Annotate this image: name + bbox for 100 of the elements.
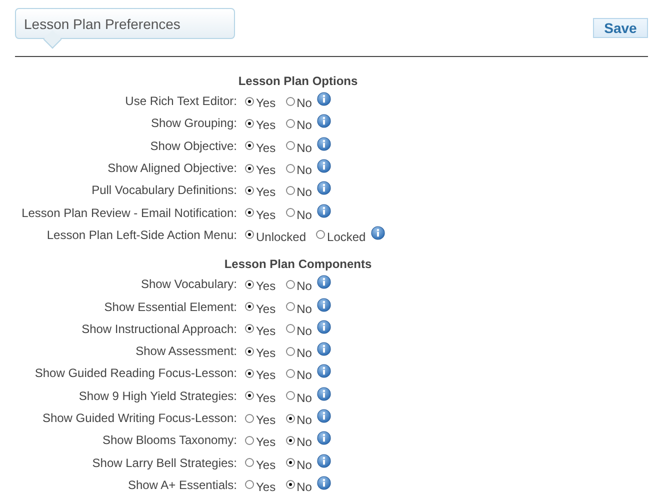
option-label: Yes bbox=[256, 140, 276, 155]
setting-label: Pull Vocabulary Definitions: bbox=[90, 183, 237, 198]
option-label: Yes bbox=[256, 346, 276, 360]
info-icon[interactable] bbox=[370, 226, 385, 240]
radio-button[interactable] bbox=[245, 141, 254, 150]
option-label: No bbox=[296, 185, 312, 200]
info-icon[interactable] bbox=[316, 431, 331, 446]
radio-button[interactable] bbox=[245, 186, 254, 195]
radio-button[interactable] bbox=[245, 208, 254, 218]
setting-label: Show Vocabulary: bbox=[140, 277, 237, 292]
info-icon[interactable] bbox=[316, 92, 331, 106]
option-label: No bbox=[296, 163, 312, 178]
option-label: No bbox=[296, 96, 312, 110]
option-label: No bbox=[296, 458, 312, 472]
option-label: Yes bbox=[256, 163, 276, 178]
radio-button[interactable] bbox=[245, 164, 254, 173]
radio-button[interactable] bbox=[245, 458, 254, 468]
radio-button[interactable] bbox=[286, 414, 295, 422]
option-label: Unlocked bbox=[256, 230, 306, 244]
info-icon[interactable] bbox=[316, 342, 331, 356]
setting-label: Show Blooms Taxonomy: bbox=[101, 433, 237, 448]
radio-button[interactable] bbox=[245, 480, 254, 490]
option-label: Yes bbox=[256, 458, 276, 472]
radio-button[interactable] bbox=[286, 302, 295, 312]
option-label: No bbox=[296, 480, 312, 494]
radio-button[interactable] bbox=[286, 480, 295, 490]
radio-button[interactable] bbox=[245, 280, 254, 289]
info-icon[interactable] bbox=[316, 454, 331, 468]
info-icon[interactable] bbox=[316, 320, 331, 334]
option-label: Yes bbox=[256, 435, 276, 450]
radio-button[interactable] bbox=[286, 118, 295, 128]
radio-button[interactable] bbox=[245, 436, 254, 445]
radio-button[interactable] bbox=[286, 164, 295, 173]
option-label: Yes bbox=[256, 185, 276, 200]
radio-button[interactable] bbox=[245, 414, 254, 422]
option-label: No bbox=[296, 368, 312, 382]
option-label: Yes bbox=[256, 279, 276, 294]
radio-button[interactable] bbox=[245, 96, 254, 106]
info-icon[interactable] bbox=[316, 181, 331, 196]
info-icon[interactable] bbox=[316, 275, 331, 290]
setting-label: Show Assessment: bbox=[134, 344, 237, 358]
option-label: No bbox=[296, 413, 312, 427]
option-label: Yes bbox=[256, 480, 276, 494]
info-icon[interactable] bbox=[316, 364, 331, 378]
info-icon[interactable] bbox=[316, 476, 331, 490]
setting-label: Lesson Plan Review - Email Notification: bbox=[20, 206, 237, 220]
option-label: Yes bbox=[256, 390, 276, 405]
save-button[interactable]: Save bbox=[593, 18, 648, 38]
option-label: Locked bbox=[327, 230, 366, 244]
option-label: No bbox=[296, 324, 312, 338]
radio-button[interactable] bbox=[286, 141, 295, 150]
radio-button[interactable] bbox=[286, 391, 295, 400]
setting-label: Show Instructional Approach: bbox=[80, 322, 237, 336]
radio-button[interactable] bbox=[286, 96, 295, 106]
info-icon[interactable] bbox=[316, 298, 331, 312]
radio-button[interactable] bbox=[286, 368, 295, 378]
radio-button[interactable] bbox=[286, 208, 295, 218]
option-label: Yes bbox=[256, 324, 276, 338]
radio-button[interactable] bbox=[245, 302, 254, 312]
info-icon[interactable] bbox=[316, 136, 331, 151]
option-label: Yes bbox=[256, 413, 276, 427]
section-heading: Lesson Plan Options bbox=[237, 73, 359, 90]
option-label: No bbox=[296, 435, 312, 450]
radio-button[interactable] bbox=[316, 230, 326, 240]
setting-label: Show Aligned Objective: bbox=[106, 161, 237, 176]
option-label: No bbox=[296, 302, 312, 316]
info-icon[interactable] bbox=[316, 409, 331, 423]
setting-label: Show Guided Writing Focus-Lesson: bbox=[41, 411, 237, 425]
radio-button[interactable] bbox=[245, 230, 254, 240]
page-title: Lesson Plan Preferences bbox=[24, 16, 180, 32]
radio-button[interactable] bbox=[245, 346, 254, 356]
option-label: Yes bbox=[256, 368, 276, 382]
setting-label: Show A+ Essentials: bbox=[126, 478, 237, 492]
radio-button[interactable] bbox=[245, 118, 254, 128]
radio-button[interactable] bbox=[286, 324, 295, 334]
radio-button[interactable] bbox=[286, 280, 295, 289]
setting-label: Show Grouping: bbox=[150, 116, 237, 130]
radio-button[interactable] bbox=[286, 346, 295, 356]
option-label: No bbox=[296, 118, 312, 132]
radio-button[interactable] bbox=[286, 186, 295, 195]
radio-button[interactable] bbox=[245, 324, 254, 334]
radio-button[interactable] bbox=[286, 436, 295, 445]
option-label: No bbox=[296, 140, 312, 155]
option-label: Yes bbox=[256, 302, 276, 316]
setting-label: Use Rich Text Editor: bbox=[124, 94, 237, 108]
option-label: No bbox=[296, 390, 312, 405]
radio-button[interactable] bbox=[245, 368, 254, 378]
radio-button[interactable] bbox=[286, 458, 295, 468]
option-label: Yes bbox=[256, 208, 276, 222]
setting-label: Show Larry Bell Strategies: bbox=[91, 456, 237, 470]
info-icon[interactable] bbox=[316, 114, 331, 128]
radio-button[interactable] bbox=[245, 391, 254, 400]
setting-label: Show Objective: bbox=[149, 138, 237, 153]
info-icon[interactable] bbox=[316, 159, 331, 174]
option-label: No bbox=[296, 279, 312, 294]
info-icon[interactable] bbox=[316, 386, 331, 401]
setting-label: Show Guided Reading Focus-Lesson: bbox=[34, 366, 237, 380]
info-icon[interactable] bbox=[316, 204, 331, 218]
setting-label: Show 9 High Yield Strategies: bbox=[78, 388, 237, 403]
option-label: No bbox=[296, 346, 312, 360]
